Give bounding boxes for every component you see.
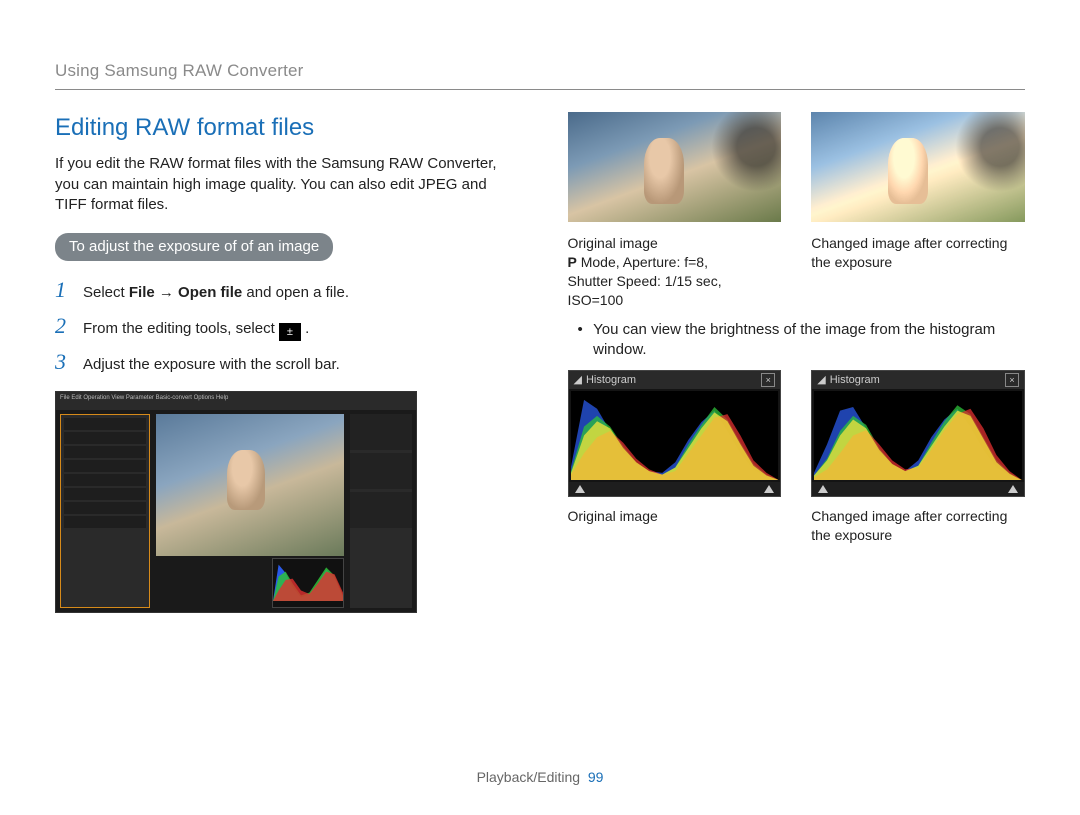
step-number: 1 bbox=[55, 275, 73, 305]
step-text: From the editing tools, select ± . bbox=[83, 319, 309, 341]
app-menubar: File Edit Operation View Parameter Basic… bbox=[56, 392, 416, 410]
histogram-original: ◢Histogram × bbox=[568, 370, 782, 497]
histogram-changed-caption: Changed image after correcting the expos… bbox=[811, 507, 1025, 545]
original-image bbox=[568, 112, 782, 222]
arrow-icon: → bbox=[155, 284, 178, 301]
histogram-icon: ◢ bbox=[574, 373, 582, 388]
photo-preview bbox=[156, 414, 344, 556]
shadow-clip-icon bbox=[818, 485, 828, 493]
sample-image-row bbox=[568, 112, 1026, 222]
left-column: Editing RAW format files If you edit the… bbox=[55, 112, 513, 613]
histogram-row: ◢Histogram × ◢Histogram × bbox=[568, 370, 1026, 497]
changed-image bbox=[811, 112, 1025, 222]
step-text: Adjust the exposure with the scroll bar. bbox=[83, 355, 340, 375]
tools-panel bbox=[60, 414, 150, 608]
exposure-icon: ± bbox=[279, 323, 301, 341]
page-title: Editing RAW format files bbox=[55, 112, 513, 144]
close-icon: × bbox=[1005, 373, 1019, 387]
step-2: 2 From the editing tools, select ± . bbox=[55, 311, 513, 341]
properties-panel bbox=[350, 414, 412, 608]
step-number: 2 bbox=[55, 311, 73, 341]
step-3: 3 Adjust the exposure with the scroll ba… bbox=[55, 347, 513, 377]
page-footer: Playback/Editing 99 bbox=[0, 768, 1080, 787]
close-icon: × bbox=[761, 373, 775, 387]
histogram-icon: ◢ bbox=[817, 373, 825, 388]
mini-histogram bbox=[272, 558, 344, 608]
right-column: Original image P Mode, Aperture: f=8, Sh… bbox=[568, 112, 1026, 613]
step-number: 3 bbox=[55, 347, 73, 377]
highlight-clip-icon bbox=[1008, 485, 1018, 493]
intro-text: If you edit the RAW format files with th… bbox=[55, 154, 513, 215]
original-caption: Original image P Mode, Aperture: f=8, Sh… bbox=[568, 234, 782, 310]
histogram-changed: ◢Histogram × bbox=[811, 370, 1025, 497]
step-1: 1 Select File → Open file and open a fil… bbox=[55, 275, 513, 305]
app-screenshot: File Edit Operation View Parameter Basic… bbox=[55, 391, 417, 613]
preview-area bbox=[156, 414, 344, 608]
step-text: Select File → Open file and open a file. bbox=[83, 283, 349, 303]
note-bullet: • You can view the brightness of the ima… bbox=[578, 320, 1026, 361]
subheading-pill: To adjust the exposure of of an image bbox=[55, 233, 333, 261]
shadow-clip-icon bbox=[575, 485, 585, 493]
breadcrumb: Using Samsung RAW Converter bbox=[55, 60, 1025, 90]
highlight-clip-icon bbox=[764, 485, 774, 493]
steps-list: 1 Select File → Open file and open a fil… bbox=[55, 275, 513, 377]
changed-caption: Changed image after correcting the expos… bbox=[811, 234, 1025, 310]
histogram-original-caption: Original image bbox=[568, 507, 782, 545]
